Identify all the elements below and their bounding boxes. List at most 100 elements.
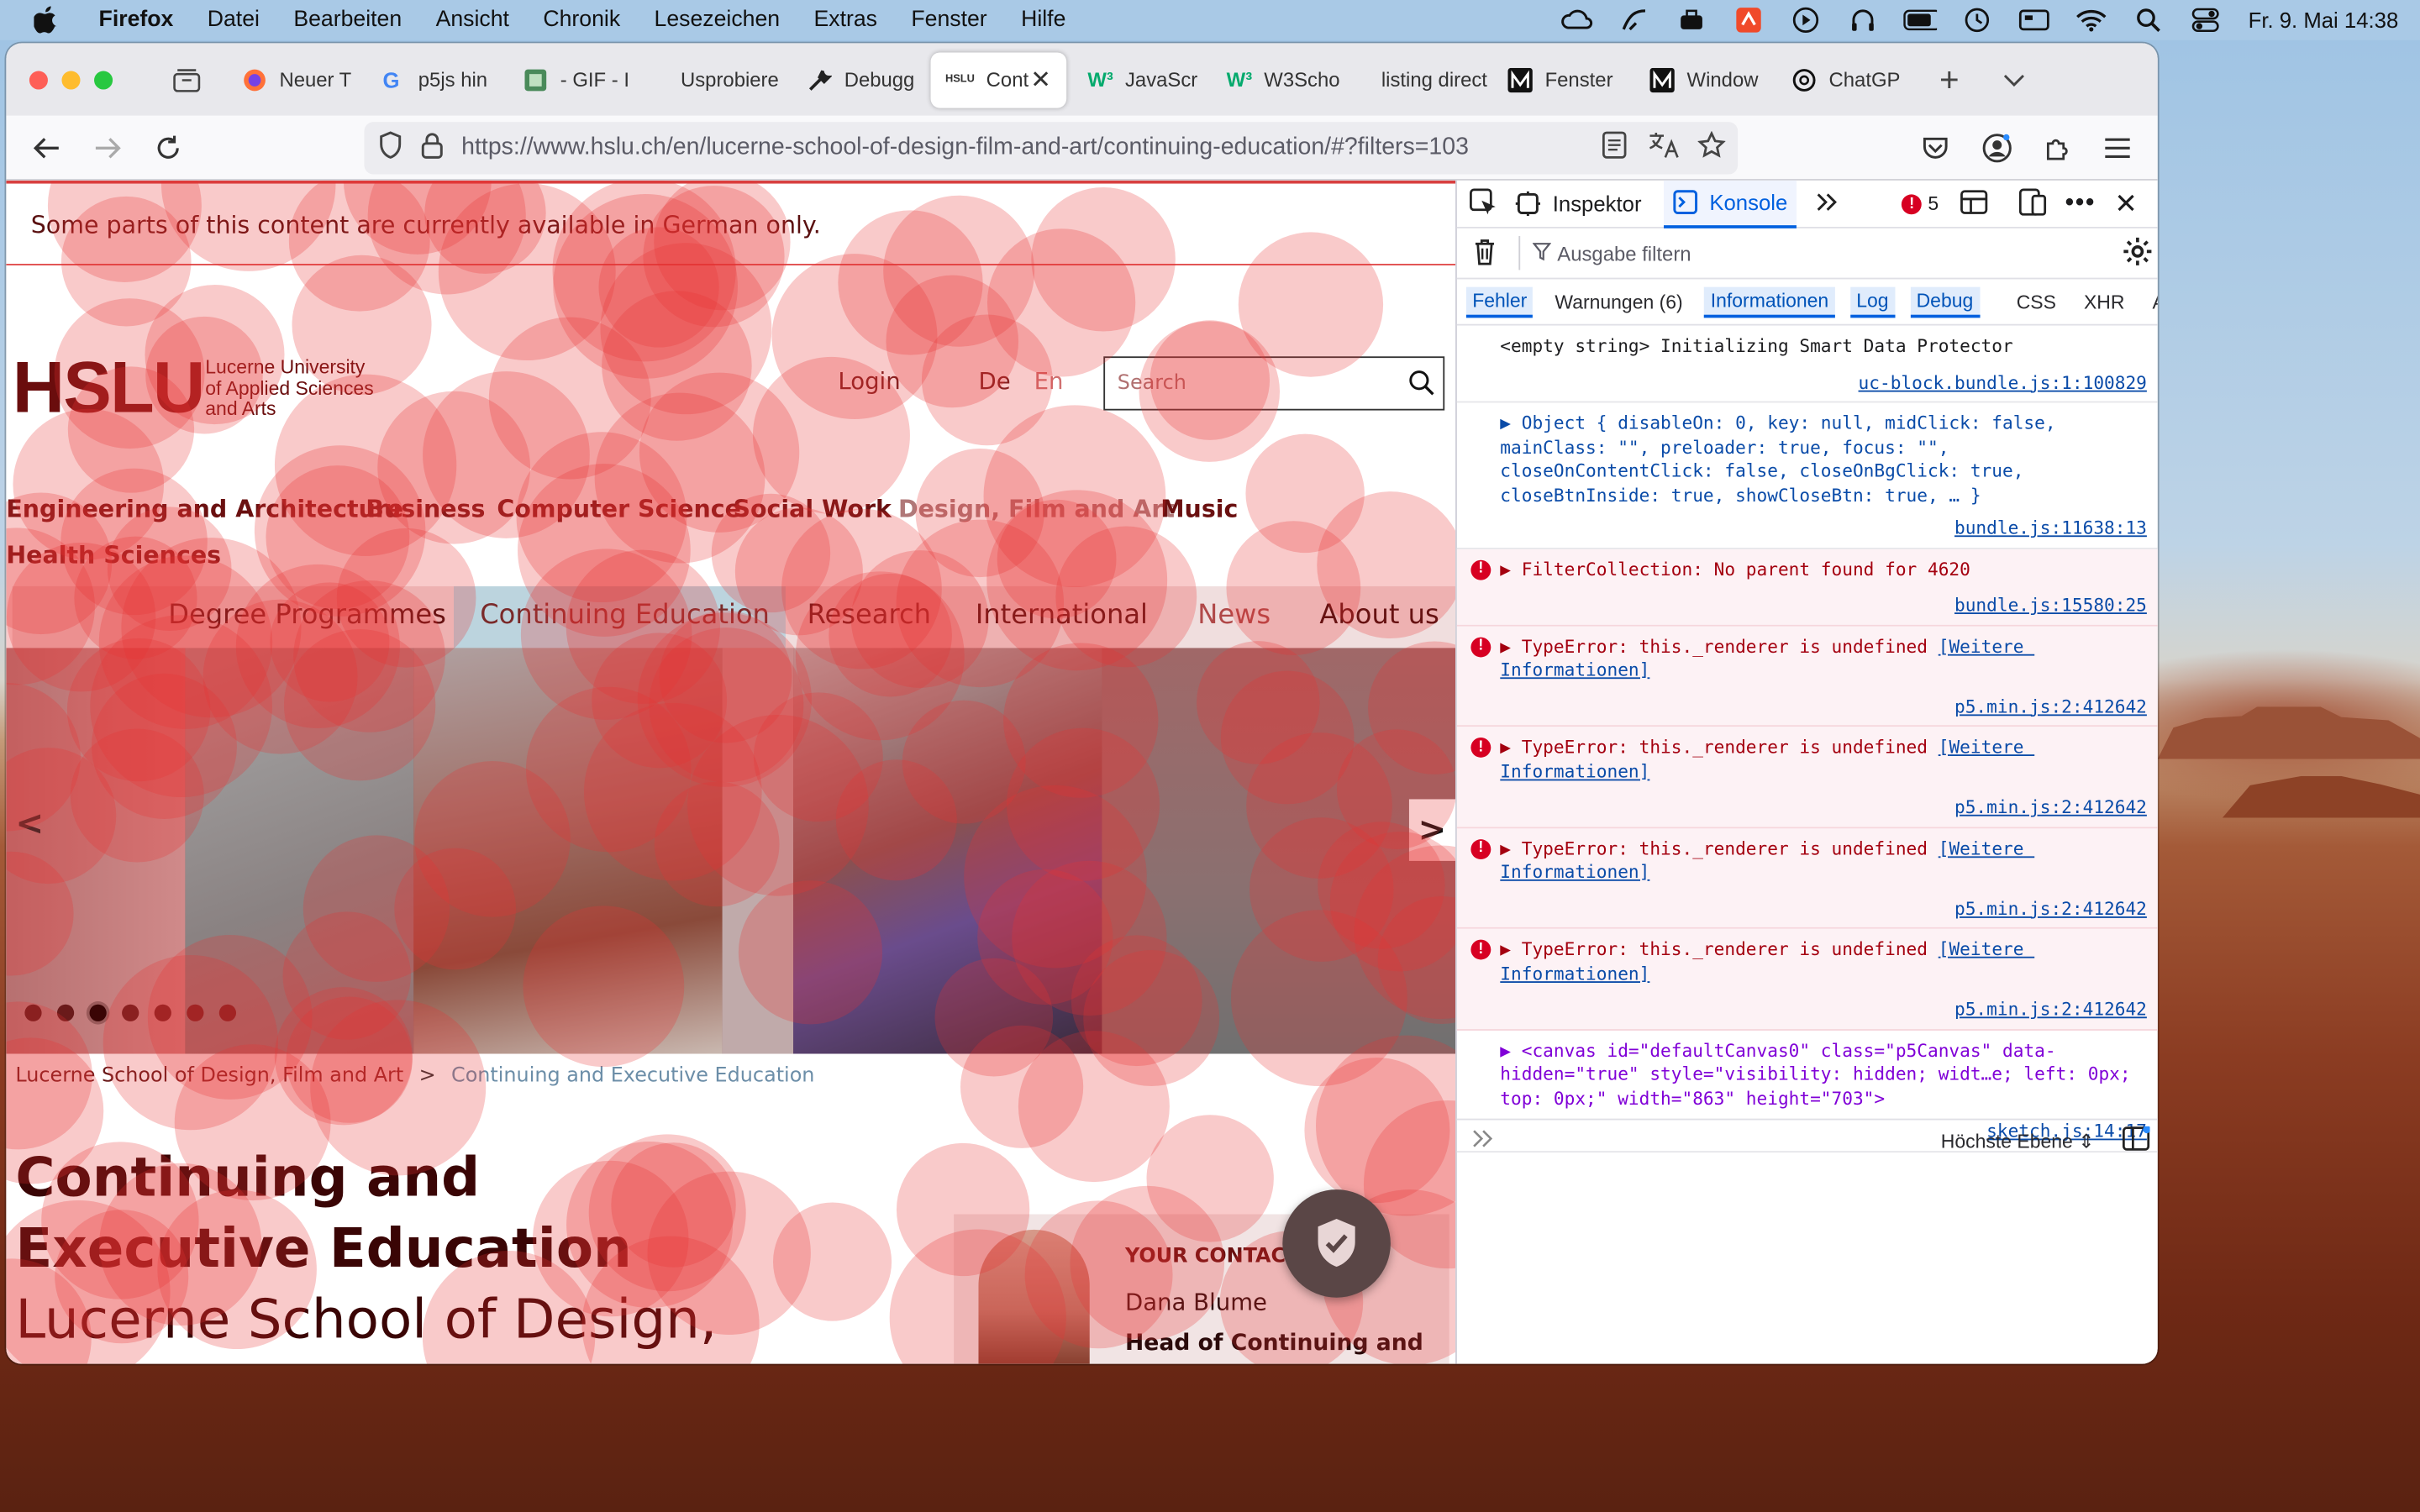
tab-hslu-continuing-education[interactable]: HSLU Cont ✕	[930, 51, 1067, 108]
console-message-source[interactable]: p5.min.js:2:412642	[1457, 998, 2158, 1021]
console-error[interactable]: ! ▶ TypeError: this._renderer is undefin…	[1456, 928, 2158, 1031]
hamburger-menu-icon[interactable]	[2096, 127, 2139, 170]
battery-icon[interactable]	[1902, 6, 1937, 34]
minimize-window-button[interactable]	[61, 70, 81, 89]
site-search-input[interactable]: Search	[1103, 356, 1445, 411]
subnav-international[interactable]: International	[976, 600, 1148, 631]
play-icon[interactable]	[1788, 6, 1822, 34]
search-icon[interactable]	[1407, 369, 1435, 402]
hero-carousel[interactable]	[6, 648, 1456, 1054]
nav-music[interactable]: Music	[1160, 496, 1238, 523]
account-icon[interactable]	[1975, 127, 2018, 170]
language-en-link[interactable]: En	[1034, 367, 1064, 395]
tab-window[interactable]: Window	[1634, 52, 1776, 108]
filter-warnings[interactable]: Warnungen (6)	[1549, 288, 1689, 316]
lock-icon[interactable]	[421, 130, 443, 165]
close-devtools-icon[interactable]: ✕	[2114, 187, 2138, 220]
filter-log[interactable]: Log	[1849, 286, 1895, 318]
filter-requests[interactable]: Anfragen	[2146, 288, 2158, 316]
menu-hilfe[interactable]: Hilfe	[1021, 8, 1065, 32]
nav-design-film-art[interactable]: Design, Film and Art	[898, 496, 1175, 523]
carousel-dot[interactable]	[218, 1004, 237, 1021]
trash-icon[interactable]	[1472, 237, 1497, 270]
back-button[interactable]	[24, 127, 67, 170]
menu-fenster[interactable]: Fenster	[911, 8, 986, 32]
console-message-source[interactable]: uc-block.bundle.js:1:100829	[1457, 371, 2158, 395]
tab-list-chevron-icon[interactable]	[1992, 58, 2035, 101]
carousel-dot[interactable]	[154, 1004, 171, 1021]
control-center-icon[interactable]	[2188, 6, 2222, 34]
briefcase-icon[interactable]	[1674, 6, 1707, 34]
reload-button[interactable]	[146, 127, 189, 170]
nav-business[interactable]: Business	[366, 496, 485, 523]
reader-view-icon[interactable]	[1602, 130, 1627, 165]
menubar-clock[interactable]: Fr. 9. Mai 14:38	[2249, 8, 2399, 32]
menu-bearbeiten[interactable]: Bearbeiten	[293, 8, 402, 32]
console-message-source[interactable]: p5.min.js:2:412642	[1457, 695, 2158, 718]
menu-chronik[interactable]: Chronik	[543, 8, 620, 32]
inspector-tab[interactable]: Inspektor	[1515, 191, 1642, 216]
carousel-dot[interactable]	[56, 1004, 75, 1021]
console-message-source[interactable]: bundle.js:15580:25	[1457, 594, 2158, 617]
apple-icon[interactable]	[34, 6, 67, 34]
forward-button[interactable]	[87, 127, 129, 170]
time-machine-icon[interactable]	[1960, 6, 1993, 34]
tab-p5js[interactable]: Gp5js hin	[366, 52, 508, 108]
subnav-degree-programmes[interactable]: Degree Programmes	[168, 600, 446, 631]
console-message-source[interactable]: p5.min.js:2:412642	[1457, 796, 2158, 820]
responsive-design-icon[interactable]	[2019, 187, 2047, 220]
console-input-row[interactable]: Höchste Ebene ⇕	[1456, 1118, 2158, 1162]
editor-mode-icon[interactable]	[2122, 1125, 2151, 1156]
menu-app-firefox[interactable]: Firefox	[99, 8, 174, 32]
carousel-dot[interactable]	[89, 1004, 107, 1021]
headphones-icon[interactable]	[1845, 6, 1879, 34]
tab-gif[interactable]: - GIF - I	[508, 52, 650, 108]
pen-icon[interactable]	[1617, 6, 1650, 34]
error-count-badge[interactable]: ! 5	[1902, 193, 1939, 214]
spotlight-search-icon[interactable]	[2131, 6, 2165, 34]
split-console-icon[interactable]	[1960, 189, 1988, 218]
filter-errors[interactable]: Fehler	[1465, 286, 1534, 318]
tracking-protection-shield-icon[interactable]	[378, 130, 402, 165]
url-text[interactable]: https://www.hslu.ch/en/lucerne-school-of…	[461, 134, 1469, 162]
more-options-icon[interactable]: •••	[2065, 190, 2096, 218]
nav-engineering-architecture[interactable]: Engineering and Architecture	[6, 496, 403, 523]
console-error[interactable]: ! ▶ TypeError: this._renderer is undefin…	[1456, 827, 2158, 929]
extensions-puzzle-icon[interactable]	[2036, 127, 2079, 170]
nav-health-sciences[interactable]: Health Sciences	[6, 542, 221, 570]
new-tab-button[interactable]: +	[1928, 58, 1970, 101]
menu-extras[interactable]: Extras	[814, 8, 877, 32]
bookmark-star-icon[interactable]	[1697, 129, 1726, 165]
console-error[interactable]: ! ▶ FilterCollection: No parent found fo…	[1456, 548, 2158, 626]
tab-fenster[interactable]: Fenster	[1492, 52, 1634, 108]
more-tools-chevron-icon[interactable]	[1815, 191, 1839, 217]
console-message[interactable]: ▶ Object { disableOn: 0, key: null, midC…	[1456, 402, 2158, 549]
translate-icon[interactable]	[1649, 130, 1680, 165]
subnav-research[interactable]: Research	[808, 600, 931, 631]
app-badge-icon[interactable]	[1731, 6, 1765, 34]
menu-datei[interactable]: Datei	[208, 8, 260, 32]
nav-social-work[interactable]: Social Work	[733, 496, 892, 523]
tab-javascript[interactable]: W³ JavaScr	[1073, 52, 1212, 108]
console-message-source[interactable]: bundle.js:11638:13	[1457, 517, 2158, 540]
wifi-icon[interactable]	[2074, 6, 2107, 34]
console-filter-input[interactable]: Ausgabe filtern	[1557, 241, 1691, 265]
subnav-news[interactable]: News	[1197, 600, 1270, 631]
console-message-source[interactable]: p5.min.js:2:412642	[1457, 897, 2158, 921]
console-tab[interactable]: Konsole	[1663, 179, 1797, 228]
tab-chatgpt[interactable]: ChatGP	[1776, 52, 1918, 108]
close-window-button[interactable]	[29, 70, 48, 89]
filter-css[interactable]: CSS	[2010, 288, 2062, 316]
tab-w3schools[interactable]: W³ W3Scho	[1212, 52, 1354, 108]
login-link[interactable]: Login	[838, 367, 900, 395]
filter-info[interactable]: Informationen	[1704, 286, 1835, 318]
pocket-icon[interactable]	[1914, 127, 1957, 170]
element-picker-icon[interactable]	[1470, 187, 1497, 220]
carousel-dot[interactable]	[187, 1004, 204, 1021]
tab-debugg[interactable]: Debugg	[792, 52, 930, 108]
tab-listing-directory[interactable]: listing direct	[1354, 52, 1492, 108]
subnav-continuing-education[interactable]: Continuing Education	[480, 600, 770, 631]
context-selector[interactable]: Höchste Ebene ⇕	[1941, 1129, 2095, 1152]
menu-ansicht[interactable]: Ansicht	[436, 8, 509, 32]
console-settings-gear-icon[interactable]	[2123, 235, 2154, 270]
